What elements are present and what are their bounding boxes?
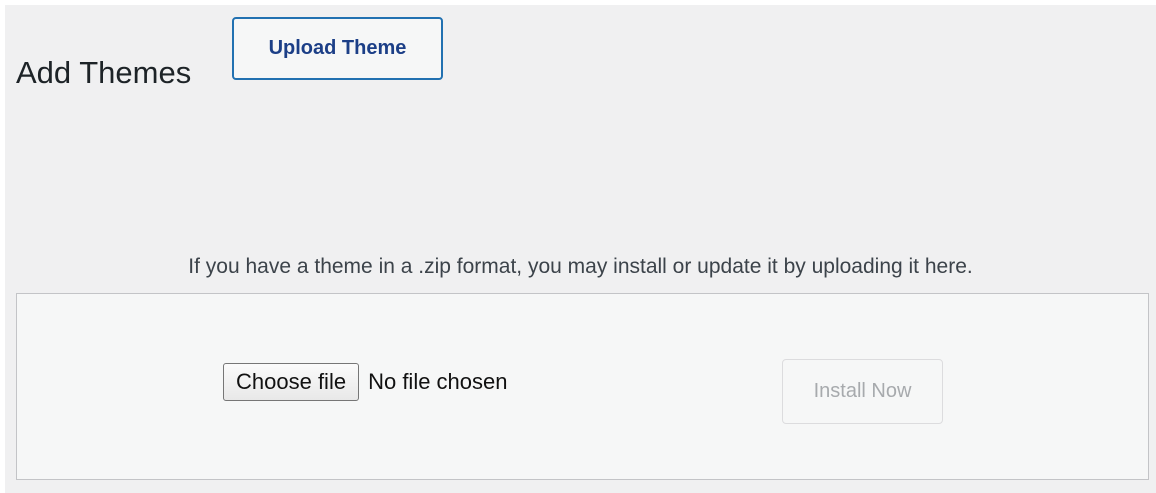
upload-help-text: If you have a theme in a .zip format, yo… — [188, 255, 973, 278]
install-now-button[interactable]: Install Now — [782, 359, 943, 424]
file-input[interactable]: Choose file No file chosen — [223, 363, 508, 401]
page-content: Add Themes Upload Theme If you have a th… — [5, 5, 1156, 493]
file-status-text: No file chosen — [368, 369, 508, 394]
choose-file-button[interactable]: Choose file — [223, 363, 360, 401]
page-title: Add Themes — [16, 54, 192, 90]
upload-theme-form: Choose file No file chosen Install Now — [16, 293, 1149, 480]
upload-theme-button[interactable]: Upload Theme — [232, 17, 443, 80]
